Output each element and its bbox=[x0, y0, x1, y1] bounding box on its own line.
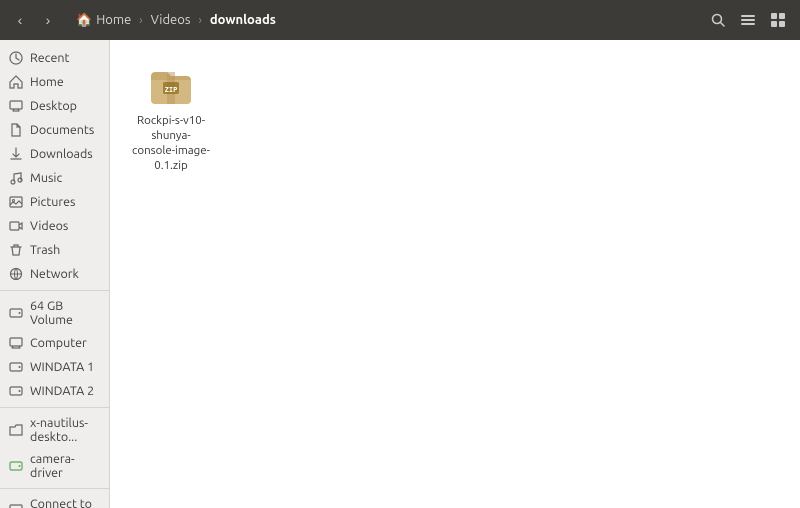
main-content: Recent Home Desktop Documents Downloads bbox=[0, 40, 800, 508]
sidebar-divider-3 bbox=[0, 488, 109, 489]
sidebar-item-windata2[interactable]: WINDATA 2 bbox=[0, 379, 109, 403]
sidebar-item-64gb[interactable]: 64 GB Volume bbox=[0, 295, 109, 331]
computer-label: Computer bbox=[30, 336, 87, 350]
pictures-icon bbox=[8, 194, 24, 210]
network-label: Network bbox=[30, 267, 79, 281]
music-icon bbox=[8, 170, 24, 186]
sidebar: Recent Home Desktop Documents Downloads bbox=[0, 40, 110, 508]
file-item[interactable]: ZIP Rockpi-s-v10-shunya-console-image-0.… bbox=[126, 56, 216, 180]
computer-icon bbox=[8, 335, 24, 351]
windata1-icon bbox=[8, 359, 24, 375]
camera-label: camera-driver bbox=[30, 452, 101, 480]
back-button[interactable]: ‹ bbox=[8, 8, 32, 32]
music-label: Music bbox=[30, 171, 62, 185]
connect-server-icon bbox=[8, 503, 24, 508]
view-grid-icon bbox=[770, 12, 786, 28]
svg-text:ZIP: ZIP bbox=[165, 86, 178, 94]
sidebar-divider-2 bbox=[0, 407, 109, 408]
breadcrumb-videos[interactable]: Videos bbox=[143, 10, 199, 30]
documents-label: Documents bbox=[30, 123, 94, 137]
sidebar-item-desktop[interactable]: Desktop bbox=[0, 94, 109, 118]
breadcrumb: 🏠 Home › Videos › downloads bbox=[68, 10, 284, 31]
file-grid: ZIP Rockpi-s-v10-shunya-console-image-0.… bbox=[126, 56, 784, 180]
sidebar-item-computer[interactable]: Computer bbox=[0, 331, 109, 355]
sidebar-item-downloads[interactable]: Downloads bbox=[0, 142, 109, 166]
sidebar-item-recent[interactable]: Recent bbox=[0, 46, 109, 70]
windata2-label: WINDATA 2 bbox=[30, 384, 94, 398]
nautilus-icon bbox=[8, 422, 24, 438]
sidebar-item-connect[interactable]: Connect to Server bbox=[0, 493, 109, 508]
view-list-icon bbox=[740, 12, 756, 28]
sidebar-item-pictures[interactable]: Pictures bbox=[0, 190, 109, 214]
sidebar-item-network[interactable]: Network bbox=[0, 262, 109, 286]
file-area: ZIP Rockpi-s-v10-shunya-console-image-0.… bbox=[110, 40, 800, 508]
breadcrumb-downloads[interactable]: downloads bbox=[202, 10, 284, 30]
sidebar-divider-1 bbox=[0, 290, 109, 291]
trash-label: Trash bbox=[30, 243, 60, 257]
network-icon bbox=[8, 266, 24, 282]
home-label: Home bbox=[30, 75, 64, 89]
search-icon bbox=[710, 12, 726, 28]
videos-label: Videos bbox=[30, 219, 68, 233]
connect-label: Connect to Server bbox=[30, 497, 101, 508]
clock-icon bbox=[8, 50, 24, 66]
toolbar-actions bbox=[704, 6, 792, 34]
home-icon: 🏠 bbox=[76, 13, 92, 28]
documents-icon bbox=[8, 122, 24, 138]
trash-icon bbox=[8, 242, 24, 258]
sidebar-item-videos[interactable]: Videos bbox=[0, 214, 109, 238]
home-sidebar-icon bbox=[8, 74, 24, 90]
breadcrumb-home[interactable]: 🏠 Home bbox=[68, 10, 139, 31]
recent-label: Recent bbox=[30, 51, 69, 65]
toolbar: ‹ › 🏠 Home › Videos › downloads bbox=[0, 0, 800, 40]
view-list-button[interactable] bbox=[734, 6, 762, 34]
zip-file-icon: ZIP bbox=[147, 62, 195, 110]
search-button[interactable] bbox=[704, 6, 732, 34]
file-name: Rockpi-s-v10-shunya-console-image-0.1.zi… bbox=[132, 114, 210, 174]
sidebar-item-trash[interactable]: Trash bbox=[0, 238, 109, 262]
drive-64gb-icon bbox=[8, 305, 24, 321]
sidebar-item-windata1[interactable]: WINDATA 1 bbox=[0, 355, 109, 379]
videos-icon bbox=[8, 218, 24, 234]
sidebar-item-nautilus[interactable]: x-nautilus-deskto... bbox=[0, 412, 109, 448]
nautilus-label: x-nautilus-deskto... bbox=[30, 416, 101, 444]
sidebar-item-camera[interactable]: camera-driver bbox=[0, 448, 109, 484]
sidebar-item-music[interactable]: Music bbox=[0, 166, 109, 190]
camera-drive-icon bbox=[8, 458, 24, 474]
desktop-label: Desktop bbox=[30, 99, 77, 113]
pictures-label: Pictures bbox=[30, 195, 75, 209]
windata2-icon bbox=[8, 383, 24, 399]
downloads-icon bbox=[8, 146, 24, 162]
windata1-label: WINDATA 1 bbox=[30, 360, 94, 374]
64gb-label: 64 GB Volume bbox=[30, 299, 101, 327]
forward-button[interactable]: › bbox=[36, 8, 60, 32]
view-grid-button[interactable] bbox=[764, 6, 792, 34]
desktop-icon bbox=[8, 98, 24, 114]
downloads-label: Downloads bbox=[30, 147, 93, 161]
sidebar-item-documents[interactable]: Documents bbox=[0, 118, 109, 142]
sidebar-item-home[interactable]: Home bbox=[0, 70, 109, 94]
